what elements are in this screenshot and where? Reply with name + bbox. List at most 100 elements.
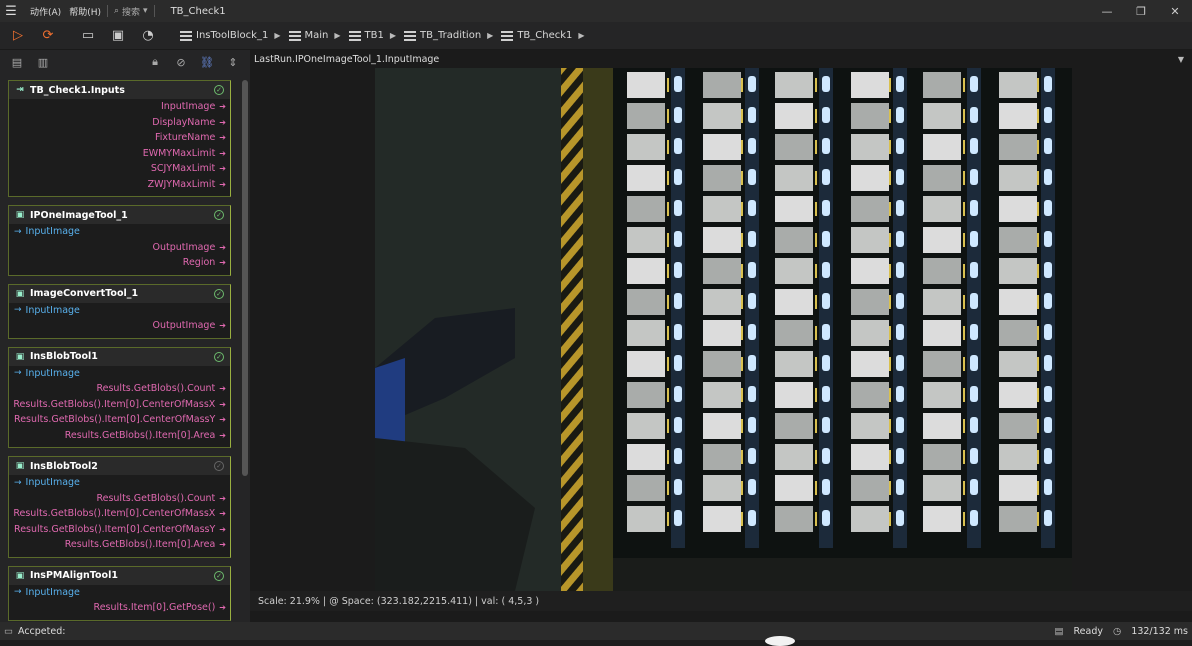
pin-arrow-icon: ➔ bbox=[219, 133, 226, 143]
timing-status: 132/132 ms bbox=[1131, 625, 1188, 637]
output-pin[interactable]: Results.Item[0].GetPose() ➔ bbox=[9, 600, 230, 616]
output-pin[interactable]: DisplayName ➔ bbox=[9, 115, 230, 131]
minimize-icon[interactable]: — bbox=[1090, 0, 1124, 22]
tool-block[interactable]: ▣ InsPMAlignTool1 ✓ InputImageResults.Item[… bbox=[8, 565, 231, 621]
hide-icon[interactable]: ⊘ bbox=[168, 52, 194, 72]
input-pin[interactable]: InputImage bbox=[9, 366, 230, 382]
tool-block[interactable]: ▣InsBlobTool2✓InputImageResults.GetBlobs… bbox=[8, 456, 231, 558]
window-controls: — ❐ ✕ bbox=[1090, 0, 1192, 22]
ready-icon: ▤ bbox=[1054, 625, 1064, 637]
settings-icon[interactable]: ◔ bbox=[136, 24, 160, 48]
tool-block-icon bbox=[404, 30, 417, 41]
status-check-icon: ✓ bbox=[214, 288, 224, 299]
output-pin[interactable]: Region ➔ bbox=[9, 255, 230, 271]
output-pin[interactable]: OutputImage ➔ bbox=[9, 318, 230, 334]
output-pin-label: Results.GetBlobs().Item[0].Area bbox=[64, 539, 216, 551]
chevron-right-icon[interactable]: ▶ bbox=[390, 31, 396, 40]
hamburger-menu-icon[interactable]: ☰ bbox=[0, 0, 22, 22]
output-pin-label: Results.GetBlobs().Item[0].CenterOfMassY bbox=[14, 414, 216, 426]
tool-block[interactable]: ▣ IPOneImageTool_1 ✓ InputImageOutputImage➔… bbox=[8, 205, 231, 276]
status-check-icon: ✓ bbox=[214, 210, 224, 220]
tool-block-header[interactable]: ▣ InsPMAlignTool1 ✓ bbox=[9, 566, 230, 585]
output-pin[interactable]: Results.GetBlobs().Item[0].CenterOfMassY… bbox=[9, 522, 230, 538]
close-icon[interactable]: ✕ bbox=[1158, 0, 1192, 22]
breadcrumb-item[interactable]: InsToolBlock_1 ▶ bbox=[180, 30, 285, 41]
output-pin[interactable]: ZWJYMaxLimit ➔ bbox=[9, 177, 230, 193]
tool-block-header[interactable]: ▣ ImageConvertTool_1 ✓ bbox=[9, 284, 230, 303]
window-title: TB_Check1 bbox=[170, 5, 226, 17]
breadcrumb-item[interactable]: TB1 ▶ bbox=[348, 30, 401, 41]
chevron-down-icon[interactable]: ▼ bbox=[1178, 55, 1184, 64]
output-pin[interactable]: FixtureName ➔ bbox=[9, 130, 230, 146]
tool-block-icon bbox=[501, 30, 514, 41]
tool-block[interactable]: ⇥ TB_Check1.Inputs ✓ InputImage ➔ DisplayName… bbox=[8, 80, 231, 197]
pin-arrow-icon: ➔ bbox=[219, 258, 226, 268]
output-pin-label: EWMYMaxLimit bbox=[142, 147, 216, 159]
tool-block-header[interactable]: ▣ IPOneImageTool_1 ✓ bbox=[9, 206, 230, 224]
run-continuous-icon[interactable]: ⟳ bbox=[36, 24, 60, 48]
link-icon[interactable]: ⛓︎ bbox=[194, 52, 220, 72]
tool-icon: ▣ bbox=[15, 210, 25, 220]
pin-arrow-icon: ➔ bbox=[219, 399, 226, 409]
collapse-icon[interactable]: ⇕ bbox=[220, 52, 246, 72]
tool-icon: ▣ bbox=[15, 461, 25, 471]
tool-block[interactable]: ▣InsBlobTool1✓InputImageResults.GetBlobs… bbox=[8, 346, 231, 448]
lock-icon[interactable]: 🔒︎ bbox=[142, 52, 168, 72]
tool-icon: ▣ bbox=[15, 351, 25, 362]
output-pin[interactable]: Results.GetBlobs().Count ➔ bbox=[9, 491, 230, 507]
tool-block-header[interactable]: ▣ InsBlobTool1 ✓ bbox=[9, 347, 230, 366]
input-pin[interactable]: InputImage bbox=[9, 303, 230, 319]
viewer-image-source[interactable]: LastRun.IPOneImageTool_1.InputImage bbox=[254, 54, 439, 65]
output-pin[interactable]: InputImage ➔ bbox=[9, 99, 230, 115]
tool-block-title: IPOneImageTool_1 bbox=[30, 209, 128, 221]
output-pin[interactable]: Results.GetBlobs().Count ➔ bbox=[9, 381, 230, 397]
output-pin[interactable]: Results.GetBlobs().Item[0].CenterOfMassX… bbox=[9, 506, 230, 522]
ready-status: Ready bbox=[1073, 625, 1104, 637]
output-pin-label: SCJYMaxLimit bbox=[150, 163, 216, 175]
output-pin[interactable]: Results.GetBlobs().Item[0].Area ➔ bbox=[9, 428, 230, 444]
output-pin-label: Results.GetBlobs().Item[0].Area bbox=[64, 429, 216, 441]
output-pin-label: ZWJYMaxLimit bbox=[147, 178, 216, 190]
pin-arrow-icon: ➔ bbox=[219, 179, 226, 189]
output-pin[interactable]: OutputImage ➔ bbox=[9, 240, 230, 256]
output-pin[interactable]: Results.GetBlobs().Item[0].Area ➔ bbox=[9, 537, 230, 553]
input-pin[interactable]: InputImage bbox=[9, 475, 230, 491]
layout-icon[interactable]: ▥ bbox=[30, 52, 56, 72]
status-check-icon: ✓ bbox=[214, 461, 224, 471]
breadcrumb-item[interactable]: TB_Tradition ▶ bbox=[404, 30, 497, 41]
chevron-right-icon[interactable]: ▶ bbox=[578, 31, 584, 40]
restore-icon[interactable]: ❐ bbox=[1124, 0, 1158, 22]
output-pin-label: Results.GetBlobs().Count bbox=[96, 492, 216, 504]
breadcrumb-label: Main bbox=[304, 30, 329, 41]
input-pin[interactable]: InputImage bbox=[9, 585, 230, 601]
tool-panel-scrollbar[interactable] bbox=[242, 80, 248, 476]
menu-help[interactable]: 帮助(H) bbox=[69, 5, 101, 18]
input-pin[interactable]: InputImage bbox=[9, 224, 230, 240]
tool-block-header[interactable]: ⇥ TB_Check1.Inputs ✓ bbox=[9, 81, 230, 99]
breadcrumb-item[interactable]: TB_Check1 ▶ bbox=[501, 30, 588, 41]
menu-action[interactable]: 动作(A) bbox=[30, 5, 61, 18]
search-box[interactable]: ⌕ 搜索 ▾ bbox=[114, 5, 148, 18]
output-pin[interactable]: EWMYMaxLimit ➔ bbox=[9, 146, 230, 162]
toolbox-icon[interactable]: ▤ bbox=[4, 52, 30, 72]
output-pin[interactable]: Results.GetBlobs().Item[0].CenterOfMassY… bbox=[9, 412, 230, 428]
tool-panel: ▤ ▥ 🔒︎ ⊘ ⛓︎ ⇕ ⇥ TB_Check1.Inputs ✓ InputIma… bbox=[0, 50, 250, 622]
breadcrumb-label: TB1 bbox=[364, 30, 384, 41]
tool-panel-toolbar: ▤ ▥ 🔒︎ ⊘ ⛓︎ ⇕ bbox=[0, 50, 250, 74]
breadcrumb-item[interactable]: Main ▶ bbox=[288, 30, 345, 41]
chevron-right-icon[interactable]: ▶ bbox=[487, 31, 493, 40]
floating-orb[interactable] bbox=[765, 636, 795, 646]
tool-block-title: InsBlobTool2 bbox=[30, 460, 98, 472]
pin-arrow-icon: ➔ bbox=[219, 415, 226, 425]
open-folder-icon[interactable]: ▭ bbox=[76, 24, 100, 48]
output-pin[interactable]: Results.GetBlobs().Item[0].CenterOfMassX… bbox=[9, 397, 230, 413]
pin-arrow-icon: ➔ bbox=[219, 164, 226, 174]
run-once-icon[interactable]: ▷ bbox=[6, 24, 30, 48]
chevron-right-icon[interactable]: ▶ bbox=[334, 31, 340, 40]
tool-block[interactable]: ▣ ImageConvertTool_1 ✓ InputImageOutputImag… bbox=[8, 283, 231, 339]
save-icon[interactable]: ▣ bbox=[106, 24, 130, 48]
chevron-right-icon[interactable]: ▶ bbox=[274, 31, 280, 40]
inspection-image[interactable] bbox=[375, 68, 1072, 591]
tool-block-header[interactable]: ▣ InsBlobTool2 ✓ bbox=[9, 457, 230, 475]
output-pin[interactable]: SCJYMaxLimit ➔ bbox=[9, 161, 230, 177]
